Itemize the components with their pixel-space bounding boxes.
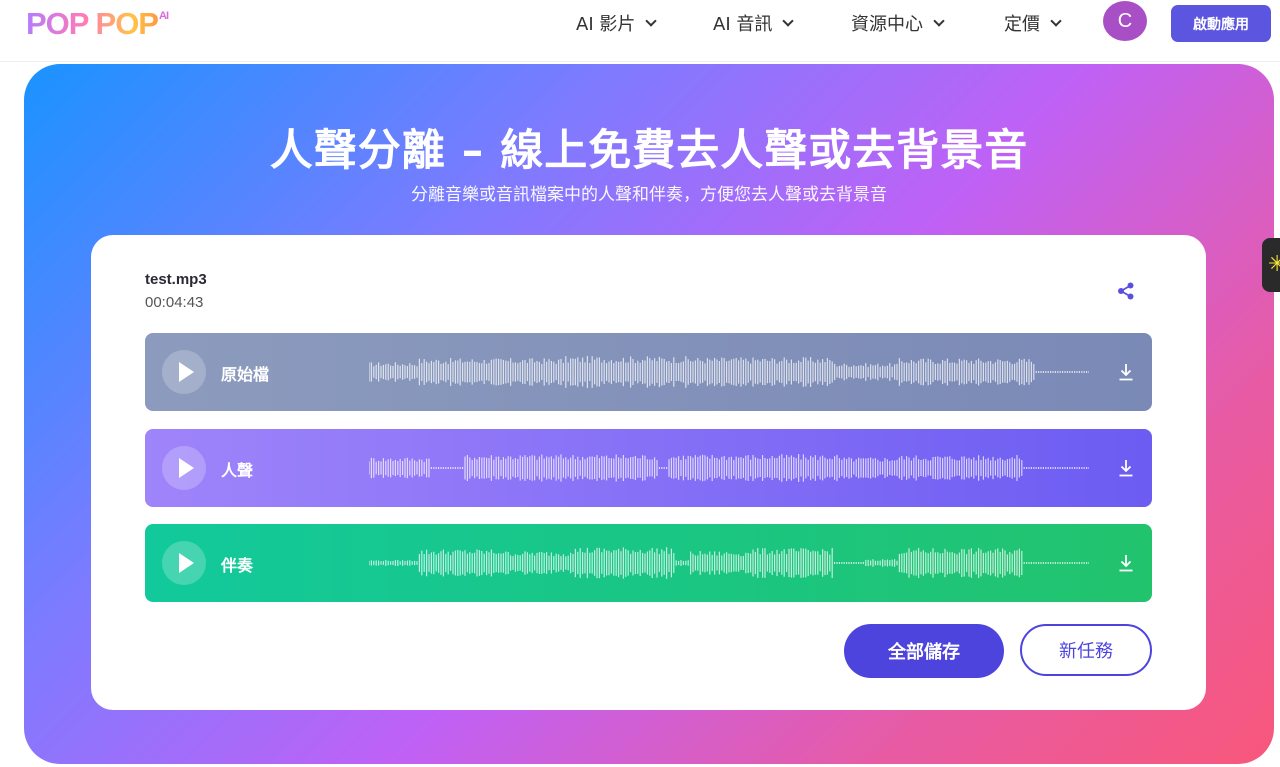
chevron-down-icon [1050, 14, 1062, 27]
play-button[interactable] [162, 541, 206, 585]
track-label: 原始檔 [221, 365, 270, 384]
download-icon[interactable] [1118, 363, 1134, 381]
nav-item-label: 資源中心 [851, 14, 923, 35]
play-icon [178, 458, 194, 478]
new-task-button[interactable]: 新任務 [1020, 624, 1152, 676]
waveform[interactable] [369, 538, 1089, 588]
play-icon [178, 553, 194, 573]
save-all-button[interactable]: 全部儲存 [844, 624, 1004, 678]
play-button[interactable] [162, 350, 206, 394]
download-icon[interactable] [1118, 459, 1134, 477]
logo-text: POP POP [26, 6, 158, 41]
logo-ai-badge: AI [159, 10, 169, 22]
side-feedback-tab[interactable]: ✳ [1262, 238, 1280, 292]
result-card: test.mp3 00:04:43 原始檔 人聲 伴奏 全部儲存 新任務 [91, 235, 1206, 710]
file-duration: 00:04:43 [145, 294, 204, 311]
track-label: 人聲 [221, 461, 254, 480]
track-vocals: 人聲 [145, 429, 1152, 507]
file-name: test.mp3 [145, 271, 207, 288]
top-navigation-bar: POP POPAI AI 影片 AI 音訊 資源中心 定價 C 啟動應用 [0, 0, 1280, 62]
page-title: 人聲分離 – 線上免費去人聲或去背景音 [269, 126, 1029, 176]
chevron-down-icon [645, 14, 658, 27]
launch-app-button[interactable]: 啟動應用 [1171, 5, 1271, 42]
nav-item-label: AI 音訊 [713, 14, 773, 35]
play-icon [178, 362, 194, 382]
track-original: 原始檔 [145, 333, 1152, 411]
share-icon[interactable] [1116, 281, 1136, 301]
sparkle-icon: ✳ [1268, 252, 1280, 277]
nav-item-resources[interactable]: 資源中心 [851, 0, 945, 46]
waveform[interactable] [369, 443, 1089, 493]
nav-item-ai-video[interactable]: AI 影片 [576, 0, 658, 46]
track-accompaniment: 伴奏 [145, 524, 1152, 602]
nav-item-label: 定價 [1004, 14, 1040, 35]
nav-item-label: AI 影片 [576, 14, 636, 35]
poppop-logo[interactable]: POP POPAI [26, 6, 169, 42]
chevron-down-icon [933, 14, 945, 27]
page-subtitle: 分離音樂或音訊檔案中的人聲和伴奏，方便您去人聲或去背景音 [411, 185, 887, 205]
user-avatar[interactable]: C [1103, 1, 1147, 41]
waveform[interactable] [369, 347, 1089, 397]
track-label: 伴奏 [221, 556, 254, 575]
chevron-down-icon [782, 14, 795, 27]
nav-item-pricing[interactable]: 定價 [1004, 0, 1062, 46]
nav-item-ai-audio[interactable]: AI 音訊 [713, 0, 795, 46]
play-button[interactable] [162, 446, 206, 490]
download-icon[interactable] [1118, 554, 1134, 572]
